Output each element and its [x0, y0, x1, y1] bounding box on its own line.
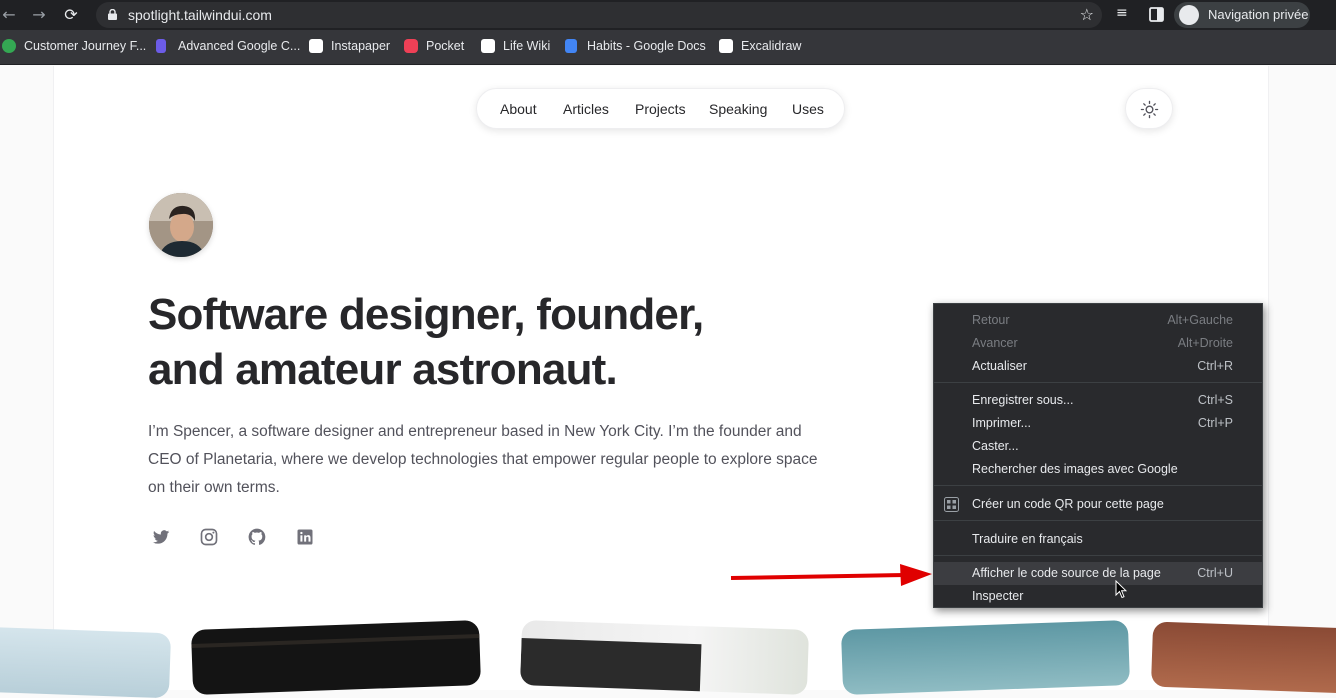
- menu-separator: [934, 520, 1262, 521]
- menu-separator: [934, 555, 1262, 556]
- avatar[interactable]: [149, 193, 213, 257]
- bookmark-label: Customer Journey F...: [24, 39, 147, 53]
- reload-icon[interactable]: ⟳: [60, 4, 82, 26]
- back-icon[interactable]: ←: [0, 4, 20, 26]
- menu-item-search-images[interactable]: Rechercher des images avec Google: [934, 458, 1262, 481]
- bookmark-star-icon[interactable]: ☆: [1080, 5, 1094, 24]
- qr-code-icon: [944, 497, 959, 512]
- nav-uses[interactable]: Uses: [792, 101, 824, 117]
- context-menu: Retour Alt+Gauche Avancer Alt+Droite Act…: [933, 303, 1263, 608]
- menu-item-label: Retour: [972, 313, 1010, 327]
- menu-item-shortcut: Ctrl+P: [1197, 416, 1233, 430]
- pocket-icon: [404, 39, 418, 53]
- media-queue-icon[interactable]: ≡: [1116, 5, 1128, 21]
- gallery-photo: [190, 619, 482, 696]
- menu-item-shortcut: Ctrl+R: [1197, 359, 1233, 373]
- bookmark-label: Advanced Google C...: [178, 39, 301, 53]
- lock-icon: [108, 9, 117, 20]
- bookmark-label: Instapaper: [331, 39, 391, 53]
- menu-item-cast[interactable]: Caster...: [934, 435, 1262, 458]
- google-docs-icon: [565, 39, 577, 53]
- bookmark-label: Habits - Google Docs: [587, 39, 706, 53]
- menu-item-label: Inspecter: [972, 589, 1024, 603]
- menu-item-label: Traduire en français: [972, 532, 1083, 546]
- excalidraw-icon: [719, 39, 733, 53]
- nav-articles[interactable]: Articles: [563, 101, 609, 117]
- gallery-photo: [0, 626, 172, 698]
- avatar-photo: [149, 193, 213, 257]
- menu-item-label: Afficher le code source de la page: [972, 566, 1161, 580]
- github-icon[interactable]: [247, 527, 267, 547]
- instagram-icon[interactable]: [199, 527, 219, 547]
- nav-about[interactable]: About: [500, 101, 537, 117]
- side-panel-icon[interactable]: [1149, 7, 1164, 22]
- menu-item-label: Rechercher des images avec Google: [972, 462, 1178, 476]
- menu-item-label: Actualiser: [972, 359, 1027, 373]
- menu-item-shortcut: Ctrl+S: [1197, 393, 1233, 407]
- bookmark-label: Life Wiki: [503, 39, 551, 53]
- menu-item-shortcut: Ctrl+U: [1197, 566, 1233, 580]
- annotation-arrow-icon: [730, 564, 932, 586]
- gallery-photo: [840, 620, 1131, 695]
- bookmarks-bar: Customer Journey F... Advanced Google C.…: [0, 30, 1336, 65]
- bookmark-label: Excalidraw: [741, 39, 802, 53]
- menu-separator: [934, 382, 1262, 383]
- gallery-photo: [519, 620, 810, 695]
- theme-toggle-button[interactable]: [1125, 88, 1173, 129]
- menu-item-forward[interactable]: Avancer Alt+Droite: [934, 332, 1262, 355]
- menu-item-inspect[interactable]: Inspecter: [934, 585, 1262, 608]
- url-text[interactable]: spotlight.tailwindui.com: [128, 7, 272, 23]
- menu-item-label: Imprimer...: [972, 416, 1032, 430]
- menu-item-view-source[interactable]: Afficher le code source de la page Ctrl+…: [934, 562, 1262, 585]
- twitter-icon[interactable]: [151, 527, 171, 547]
- address-bar[interactable]: spotlight.tailwindui.com ☆: [96, 2, 1102, 28]
- bookmark-favicon-icon: [156, 39, 166, 53]
- menu-item-save-as[interactable]: Enregistrer sous... Ctrl+S: [934, 389, 1262, 412]
- menu-item-label: Caster...: [972, 439, 1019, 453]
- menu-item-print[interactable]: Imprimer... Ctrl+P: [934, 412, 1262, 435]
- headline-line: and amateur astronaut.: [148, 345, 618, 394]
- forward-icon[interactable]: →: [28, 4, 50, 26]
- nav-speaking[interactable]: Speaking: [709, 101, 767, 117]
- sun-icon: [1140, 100, 1159, 119]
- linkedin-icon[interactable]: [295, 527, 315, 547]
- menu-item-reload[interactable]: Actualiser Ctrl+R: [934, 355, 1262, 378]
- menu-item-label: Enregistrer sous...: [972, 393, 1074, 407]
- menu-item-back[interactable]: Retour Alt+Gauche: [934, 309, 1262, 332]
- menu-item-label: Avancer: [972, 336, 1018, 350]
- headline-line: Software designer, founder,: [148, 290, 704, 339]
- menu-item-label: Créer un code QR pour cette page: [972, 497, 1164, 511]
- bookmark-favicon-icon: [309, 39, 323, 53]
- menu-item-translate[interactable]: Traduire en français: [934, 528, 1262, 551]
- menu-item-shortcut: Alt+Gauche: [1167, 313, 1233, 327]
- gallery-photo: [1150, 621, 1336, 694]
- menu-separator: [934, 485, 1262, 486]
- bookmark-label: Pocket: [426, 39, 465, 53]
- menu-item-shortcut: Alt+Droite: [1177, 336, 1233, 350]
- nav-projects[interactable]: Projects: [635, 101, 686, 117]
- site-nav: About Articles Projects Speaking Uses: [476, 88, 845, 129]
- bookmark-favicon-icon: [2, 39, 16, 53]
- intro-text: I’m Spencer, a software designer and ent…: [148, 423, 818, 496]
- page-title: Software designer, founder, and amateur …: [148, 287, 788, 397]
- browser-toolbar: ← → ⟳ spotlight.tailwindui.com ☆ ≡ Navig…: [0, 0, 1336, 30]
- incognito-icon: [1179, 5, 1199, 25]
- incognito-profile-button[interactable]: Navigation privée: [1174, 2, 1310, 28]
- notion-icon: [481, 39, 495, 53]
- menu-item-qr-code[interactable]: Créer un code QR pour cette page: [934, 493, 1262, 516]
- mouse-cursor-icon: [1115, 580, 1127, 599]
- incognito-label: Navigation privée: [1208, 7, 1309, 22]
